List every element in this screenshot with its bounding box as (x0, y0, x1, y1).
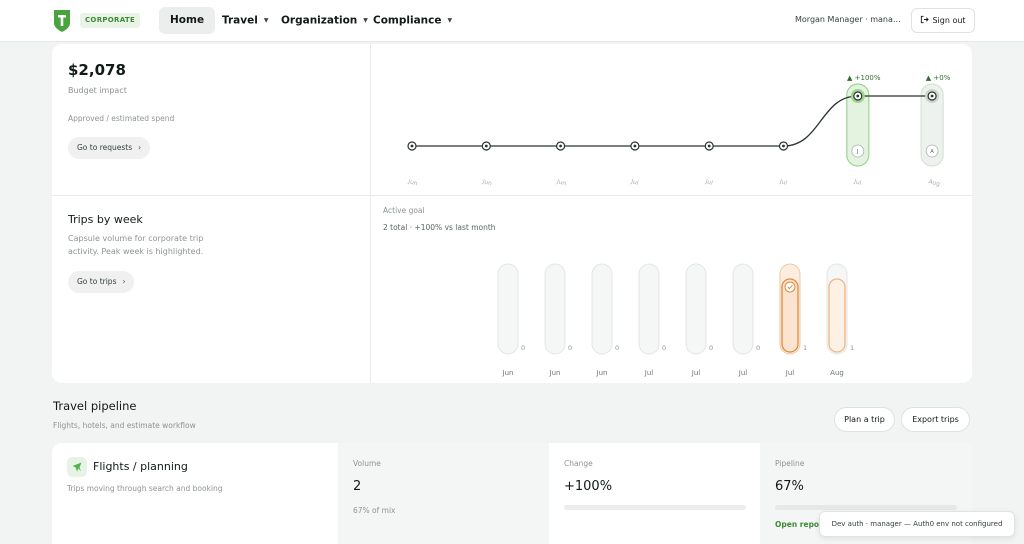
trip-capsule (497, 263, 519, 355)
volume-sub: 67% of mix (353, 506, 396, 515)
trips-description: Capsule volume for corporate trip activi… (68, 234, 204, 256)
data-point-center (930, 94, 934, 98)
volume-label: Volume (353, 459, 381, 468)
plan-trip-button[interactable]: Plan a trip (834, 407, 895, 432)
budget-note: Approved / estimated spend (68, 114, 175, 123)
capsule-value-label: 0 (615, 344, 619, 352)
x-tick-label: Aug (928, 178, 941, 188)
trip-capsule (732, 263, 754, 355)
capsule-value-label: 0 (521, 344, 525, 352)
x-tick-label: Jul (852, 178, 862, 187)
nav-compliance-label: Compliance (373, 14, 442, 27)
nav-home[interactable]: Home (159, 7, 216, 34)
x-tick-label: Jul (785, 369, 795, 377)
trip-capsule-fill (828, 278, 846, 353)
data-point-center (410, 144, 414, 148)
capsule-value-label: 1 (803, 344, 807, 352)
budget-label: Budget impact (68, 86, 127, 95)
sign-out-icon (921, 15, 930, 24)
capsule-marker-label: J (856, 149, 858, 155)
change-label: ▲ +0% (926, 74, 951, 82)
trips-capsule-chart: 0 Jun 0 Jun 0 Jun 0 Jul 0 Jul 0 Jul 1 Jul 1 Aug (497, 263, 854, 377)
x-tick-label: Jul (691, 369, 701, 377)
pipeline-label: Pipeline (775, 459, 805, 468)
active-goal-label: Active goal (383, 206, 425, 215)
capsule-value-label: 0 (568, 344, 572, 352)
go-to-trips-button[interactable]: Go to trips › (68, 271, 135, 293)
chevron-down-icon: ▼ (447, 17, 453, 24)
x-tick-label: Jun (502, 369, 514, 377)
change-bar (564, 505, 746, 510)
nav-organization[interactable]: Organization ▼ (271, 7, 378, 34)
trips-title: Trips by week (68, 213, 143, 226)
x-tick-label: Jun (407, 178, 419, 187)
nav-compliance[interactable]: Compliance ▼ (363, 7, 462, 34)
go-to-requests-label: Go to requests (77, 143, 133, 152)
go-to-trips-label: Go to trips (77, 277, 117, 286)
data-point-center (782, 144, 785, 148)
sign-out-label: Sign out (932, 16, 966, 25)
budget-amount: $2,078 (68, 61, 126, 79)
go-to-requests-button[interactable]: Go to requests › (68, 137, 151, 159)
pipeline-title: Travel pipeline (53, 399, 137, 413)
flights-description: Trips moving through search and booking (67, 484, 223, 493)
corporate-badge: CORPORATE (80, 13, 141, 28)
volume-value: 2 (353, 479, 362, 494)
user-menu[interactable]: Morgan Manager · mana… (795, 15, 901, 24)
pipeline-bar (775, 505, 957, 510)
x-tick-label: Jul (738, 369, 748, 377)
plane-icon (67, 457, 87, 477)
capsule-value-label: 0 (756, 344, 760, 352)
chevron-right-icon: › (138, 143, 142, 152)
nav-home-label: Home (170, 14, 205, 26)
data-point-center (707, 144, 711, 148)
open-report-link[interactable]: Open repor (775, 520, 823, 529)
pipeline-value: 67% (775, 479, 804, 494)
x-tick-label: Aug (830, 369, 844, 377)
logo-icon[interactable] (52, 9, 72, 33)
x-tick-label: Jun (481, 178, 493, 187)
data-point-center (856, 94, 860, 98)
chevron-down-icon: ▼ (263, 17, 269, 24)
capsule-value-label: 0 (662, 344, 666, 352)
trip-capsule (685, 263, 707, 355)
trip-capsule (638, 263, 660, 355)
nav-organization-label: Organization (281, 14, 358, 27)
data-point-center (559, 144, 562, 148)
x-tick-label: Jul (644, 369, 654, 377)
goal-summary: 2 total · +100% vs last month (383, 223, 496, 232)
data-point-center (633, 144, 637, 148)
capsule-value-label: 0 (709, 344, 713, 352)
flights-title: Flights / planning (93, 460, 188, 473)
data-point-center (484, 144, 488, 148)
trip-capsule (544, 263, 566, 355)
dev-auth-toast: Dev auth · manager — Auth0 env not confi… (819, 511, 1015, 537)
change-metric: Change +100% (549, 443, 760, 544)
peak-check-icon (784, 281, 796, 293)
trip-capsule (591, 263, 613, 355)
export-trips-button[interactable]: Export trips (901, 407, 970, 432)
capsule-marker-label: A (930, 149, 934, 155)
capsule-value-label: 1 (850, 344, 854, 352)
change-label: ▲ +100% (847, 74, 881, 82)
x-tick-label: Jun (549, 369, 561, 377)
x-tick-label: Jul (629, 178, 639, 187)
sign-out-button[interactable]: Sign out (911, 8, 975, 33)
chevron-right-icon: › (122, 277, 126, 286)
change-value: +100% (564, 479, 613, 494)
change-label: Change (564, 459, 593, 468)
x-tick-label: Jul (778, 178, 788, 187)
x-tick-label: Jul (704, 178, 714, 187)
spend-line-chart: J ▲ +100% A ▲ +0% Jun Jun Jun Jul Jul Jul Jul Aug (407, 74, 951, 188)
volume-metric: Volume 2 67% of mix (338, 443, 549, 544)
x-tick-label: Jun (555, 178, 567, 187)
nav-travel[interactable]: Travel ▼ (212, 7, 278, 34)
horizontal-divider (52, 195, 972, 196)
top-navigation-bar: CORPORATE Home Travel ▼ Organization ▼ Com… (0, 0, 1024, 42)
pipeline-subtitle: Flights, hotels, and estimate workflow (53, 421, 196, 430)
x-tick-label: Jun (596, 369, 608, 377)
nav-travel-label: Travel (222, 14, 258, 27)
